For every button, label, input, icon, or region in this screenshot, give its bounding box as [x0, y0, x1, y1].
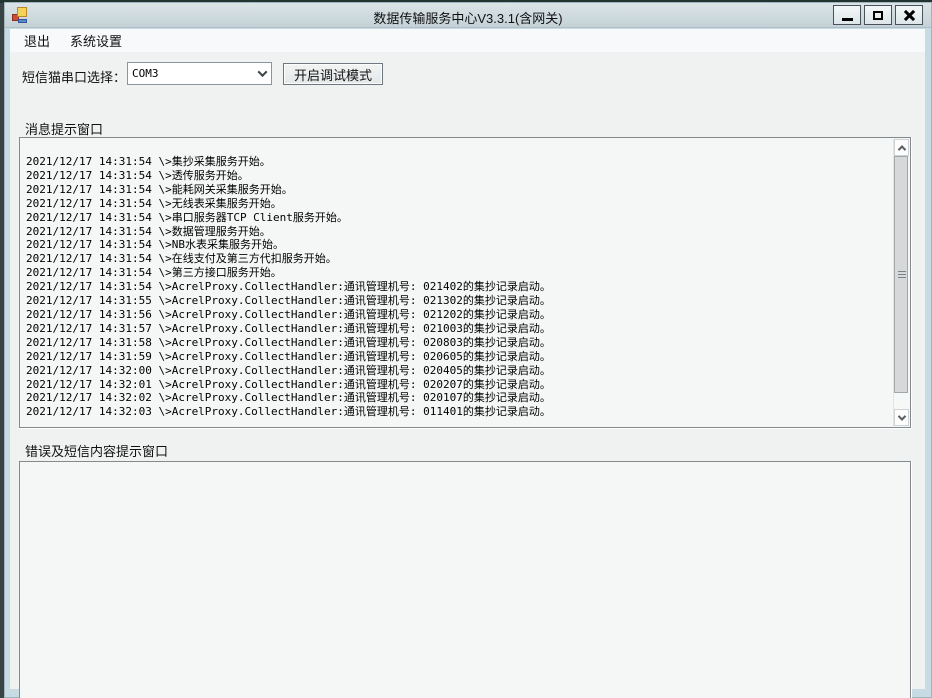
- app-window: 数据传输服务中心V3.3.1(含网关) 退出 系统设置 短信猫串口选择：: [4, 2, 932, 698]
- minimize-button[interactable]: [833, 5, 861, 25]
- log-line: 2021/12/17 14:32:02 \>AcrelProxy.Collect…: [26, 391, 893, 405]
- log-line: 2021/12/17 14:31:54 \>串口服务器TCP Client服务开…: [26, 211, 893, 225]
- log-line: 2021/12/17 14:31:54 \>能耗网关采集服务开始。: [26, 183, 893, 197]
- message-panel-label: 消息提示窗口: [25, 119, 103, 138]
- log-line: 2021/12/17 14:32:00 \>AcrelProxy.Collect…: [26, 364, 893, 378]
- com-port-select[interactable]: COM3: [127, 62, 272, 85]
- log-line: 2021/12/17 14:31:54 \>数据管理服务开始。: [26, 225, 893, 239]
- menu-item-exit[interactable]: 退出: [15, 28, 59, 53]
- error-sms-panel[interactable]: [19, 461, 911, 698]
- log-line: 2021/12/17 14:31:57 \>AcrelProxy.Collect…: [26, 322, 893, 336]
- maximize-icon: [873, 11, 883, 20]
- log-line: 2021/12/17 14:31:54 \>透传服务开始。: [26, 169, 893, 183]
- menu-bar: 退出 系统设置: [10, 29, 925, 52]
- scroll-up-button[interactable]: [894, 139, 909, 156]
- log-line: 2021/12/17 14:31:55 \>AcrelProxy.Collect…: [26, 294, 893, 308]
- log-line: 2021/12/17 14:31:56 \>AcrelProxy.Collect…: [26, 308, 893, 322]
- message-log-panel: 2021/12/17 14:31:54 \>集抄采集服务开始。2021/12/1…: [19, 137, 911, 428]
- message-log-viewport[interactable]: 2021/12/17 14:31:54 \>集抄采集服务开始。2021/12/1…: [21, 139, 893, 426]
- combo-dropdown-area: [253, 63, 271, 84]
- scroll-down-button[interactable]: [894, 409, 909, 426]
- log-line: 2021/12/17 14:31:54 \>NB水表采集服务开始。: [26, 238, 893, 252]
- window-controls: [833, 5, 923, 25]
- com-port-value: COM3: [128, 67, 253, 80]
- enable-debug-mode-button[interactable]: 开启调试模式: [283, 63, 383, 85]
- chevron-down-icon: [257, 67, 267, 77]
- log-line: 2021/12/17 14:31:54 \>AcrelProxy.Collect…: [26, 280, 893, 294]
- client-area: 退出 系统设置 短信猫串口选择： COM3 开启调试模式 消息提示窗口 2021…: [10, 29, 925, 689]
- menu-item-system-settings[interactable]: 系统设置: [61, 28, 131, 53]
- close-icon: [903, 9, 915, 21]
- error-panel-label: 错误及短信内容提示窗口: [25, 441, 168, 460]
- chevron-down-icon: [897, 412, 905, 420]
- chevron-up-icon: [897, 145, 905, 153]
- log-line: 2021/12/17 14:31:54 \>集抄采集服务开始。: [26, 155, 893, 169]
- message-log-scrollbar[interactable]: [893, 139, 909, 426]
- log-line: 2021/12/17 14:31:58 \>AcrelProxy.Collect…: [26, 336, 893, 350]
- log-line: 2021/12/17 14:31:59 \>AcrelProxy.Collect…: [26, 350, 893, 364]
- log-line: 2021/12/17 14:31:54 \>无线表采集服务开始。: [26, 197, 893, 211]
- scrollbar-grip-icon: [898, 271, 906, 280]
- desktop-background: 数据传输服务中心V3.3.1(含网关) 退出 系统设置 短信猫串口选择：: [0, 0, 932, 698]
- log-line: 2021/12/17 14:32:03 \>AcrelProxy.Collect…: [26, 405, 893, 419]
- minimize-icon: [842, 18, 853, 21]
- log-line: 2021/12/17 14:31:54 \>第三方接口服务开始。: [26, 266, 893, 280]
- title-bar: 数据传输服务中心V3.3.1(含网关): [5, 3, 931, 28]
- window-title: 数据传输服务中心V3.3.1(含网关): [5, 8, 931, 27]
- com-port-label: 短信猫串口选择：: [22, 67, 126, 86]
- log-line: 2021/12/17 14:31:54 \>在线支付及第三方代扣服务开始。: [26, 252, 893, 266]
- scrollbar-thumb[interactable]: [894, 156, 908, 393]
- maximize-button[interactable]: [864, 5, 892, 25]
- log-line: 2021/12/17 14:32:01 \>AcrelProxy.Collect…: [26, 378, 893, 392]
- close-button[interactable]: [895, 5, 923, 25]
